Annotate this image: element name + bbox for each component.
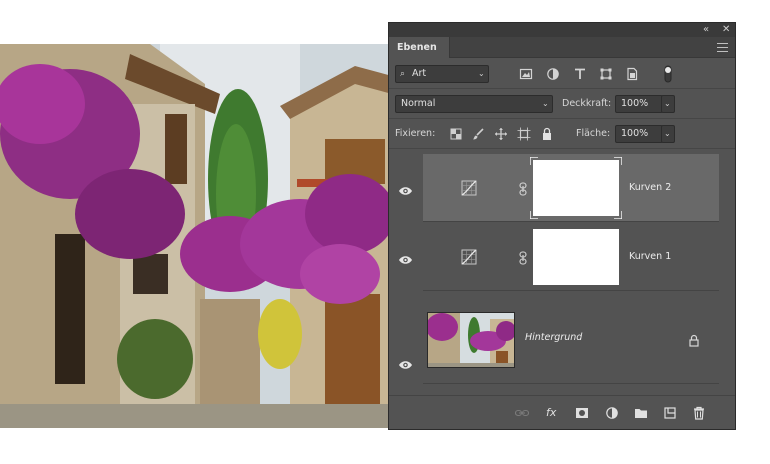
fill-value: 100% (621, 128, 649, 139)
chevron-down-icon: ⌄ (664, 129, 671, 138)
layers-panel: « ✕ Ebenen ⌕ Art ⌄ Normal ⌄ Deckkraft: 1… (388, 22, 736, 430)
panel-tab-row: Ebenen (389, 37, 735, 58)
filter-kind-label: Art (412, 68, 427, 79)
layer-thumbnail[interactable] (427, 312, 515, 368)
layer-name[interactable]: Kurven 2 (629, 180, 671, 196)
shape-filter-icon[interactable] (599, 67, 613, 81)
opacity-dropdown-button[interactable]: ⌄ (661, 95, 675, 113)
opacity-input[interactable]: 100% (615, 95, 663, 113)
new-group-icon[interactable] (634, 406, 648, 420)
lock-image-icon[interactable] (471, 127, 485, 141)
curves-adjustment-icon (461, 180, 477, 196)
layers-bottom-toolbar: fx (389, 395, 735, 429)
filter-toggle-icon[interactable] (663, 65, 673, 83)
background-photo (0, 44, 392, 428)
chevron-down-icon: ⌄ (542, 99, 549, 108)
lock-all-icon[interactable] (540, 127, 554, 141)
chevron-down-icon: ⌄ (664, 99, 671, 108)
blend-mode-row: Normal ⌄ Deckkraft: 100% ⌄ (389, 89, 735, 119)
mask-link-icon[interactable] (519, 250, 527, 265)
adjustment-filter-icon[interactable] (546, 67, 560, 81)
lock-transparent-icon[interactable] (449, 127, 463, 141)
blend-mode-select[interactable]: Normal ⌄ (395, 95, 553, 113)
panel-menu-icon[interactable] (717, 43, 728, 52)
lock-position-icon[interactable] (494, 127, 508, 141)
blend-mode-value: Normal (401, 98, 436, 109)
layer-row-kurven-2[interactable]: Kurven 2 (423, 154, 719, 222)
layer-lock-icon[interactable] (689, 332, 699, 347)
curves-adjustment-icon (461, 249, 477, 265)
layer-row-kurven-1[interactable]: Kurven 1 (423, 223, 719, 291)
add-mask-icon[interactable] (575, 406, 589, 420)
opacity-label: Deckkraft: (562, 98, 612, 109)
lock-label: Fixieren: (395, 128, 436, 139)
collapse-panel-icon[interactable]: « (703, 23, 709, 37)
fill-label: Fläche: (576, 128, 611, 139)
lock-artboard-icon[interactable] (517, 127, 531, 141)
tab-ebenen[interactable]: Ebenen (389, 37, 450, 58)
filter-kind-select[interactable]: ⌕ Art ⌄ (395, 65, 489, 83)
visibility-eye-icon[interactable] (398, 182, 413, 195)
layers-list: Kurven 2 Kurven 1 Hintergrund (389, 150, 735, 394)
layer-mask-thumbnail[interactable] (533, 229, 619, 285)
layer-name[interactable]: Hintergrund (525, 330, 582, 346)
new-adjustment-icon[interactable] (605, 406, 619, 420)
smart-object-filter-icon[interactable] (625, 67, 639, 81)
trash-icon[interactable] (692, 406, 706, 420)
opacity-value: 100% (621, 98, 649, 109)
new-layer-icon[interactable] (663, 406, 677, 420)
layer-filter-row: ⌕ Art ⌄ (389, 59, 735, 89)
fx-icon[interactable]: fx (546, 406, 560, 420)
layer-mask-thumbnail[interactable] (533, 160, 619, 216)
close-icon[interactable]: ✕ (722, 23, 730, 37)
fill-input[interactable]: 100% (615, 125, 663, 143)
visibility-eye-icon[interactable] (398, 356, 413, 369)
fill-dropdown-button[interactable]: ⌄ (661, 125, 675, 143)
lock-row: Fixieren: Fläche: 100% ⌄ (389, 119, 735, 149)
layer-name[interactable]: Kurven 1 (629, 249, 671, 265)
link-layers-icon[interactable] (515, 406, 529, 420)
mask-link-icon[interactable] (519, 181, 527, 196)
visibility-eye-icon[interactable] (398, 251, 413, 264)
chevron-down-icon: ⌄ (478, 69, 485, 78)
layer-row-hintergrund[interactable]: Hintergrund (423, 292, 719, 384)
pixel-filter-icon[interactable] (519, 67, 533, 81)
search-icon: ⌕ (400, 69, 406, 79)
type-filter-icon[interactable] (573, 67, 587, 81)
panel-titlebar: « ✕ (389, 23, 735, 37)
